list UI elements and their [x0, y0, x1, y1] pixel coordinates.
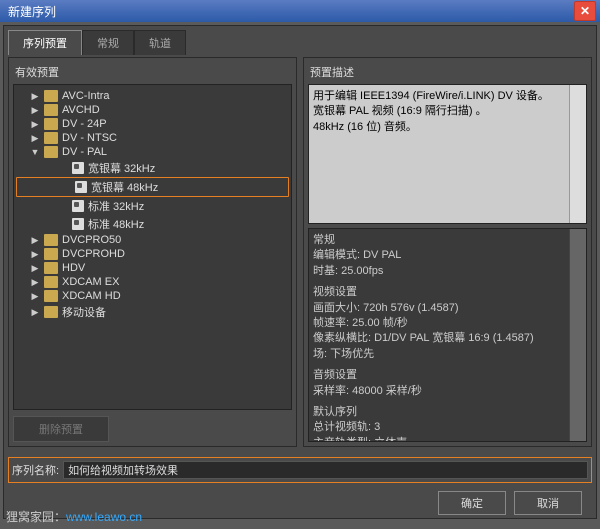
preset-icon	[72, 200, 84, 212]
expand-icon: ▶	[30, 263, 40, 274]
tree-item[interactable]: ▼ DV - PAL	[14, 145, 291, 159]
footer-link[interactable]: www.leawo.cn	[66, 510, 142, 524]
tab-general[interactable]: 常规	[82, 30, 134, 55]
info-heading: 默认序列	[313, 405, 582, 420]
info-box: 常规 编辑模式: DV PAL 时基: 25.00fps 视频设置 画面大小: …	[308, 228, 587, 442]
cancel-button[interactable]: 取消	[514, 491, 582, 515]
right-header: 预置描述	[308, 62, 587, 82]
tree-label: HDV	[62, 262, 85, 274]
tree-item[interactable]: 宽银幕 32kHz	[14, 159, 291, 177]
close-icon: ✕	[580, 4, 590, 18]
right-panel: 预置描述 用于编辑 IEEE1394 (FireWire/i.LINK) DV …	[303, 57, 592, 447]
tree-item[interactable]: ▶ 移动设备	[14, 303, 291, 321]
ok-button[interactable]: 确定	[438, 491, 506, 515]
tree-item[interactable]: ▶ XDCAM HD	[14, 289, 291, 303]
folder-icon	[44, 234, 58, 246]
tree-label: 宽银幕 48kHz	[91, 179, 158, 195]
preset-icon	[75, 181, 87, 193]
expand-icon: ▶	[30, 105, 40, 116]
info-line: 主音轨类型: 立体声	[313, 436, 582, 442]
tree-item[interactable]: ▶ AVC-Intra	[14, 89, 291, 103]
close-button[interactable]: ✕	[574, 1, 596, 21]
folder-icon	[44, 146, 58, 158]
tree-label: AVCHD	[62, 104, 100, 116]
tree-label: DVCPRO50	[62, 234, 121, 246]
tree-label: 宽银幕 32kHz	[88, 160, 155, 176]
footer-watermark: 狸窝家园：www.leawo.cn	[6, 508, 142, 525]
sequence-name-input[interactable]	[63, 461, 588, 479]
expand-icon: ▶	[30, 277, 40, 288]
title-bar: 新建序列 ✕	[0, 0, 600, 22]
folder-icon	[44, 118, 58, 130]
info-heading: 常规	[313, 233, 582, 248]
expand-icon: ▶	[30, 249, 40, 260]
info-line: 画面大小: 720h 576v (1.4587)	[313, 301, 582, 316]
tree-item[interactable]: 标准 48kHz	[14, 215, 291, 233]
tree-label: 移动设备	[62, 304, 106, 320]
tree-item[interactable]: ▶ DV - NTSC	[14, 131, 291, 145]
info-line: 帧速率: 25.00 帧/秒	[313, 316, 582, 331]
info-line: 场: 下场优先	[313, 347, 582, 362]
window-title: 新建序列	[4, 3, 574, 20]
desc-line: 宽银幕 PAL 视频 (16:9 隔行扫描) 。	[313, 104, 582, 119]
tab-tracks[interactable]: 轨道	[134, 30, 186, 55]
tree-item[interactable]: ▶ DVCPRO50	[14, 233, 291, 247]
tab-preset[interactable]: 序列预置	[8, 30, 82, 55]
tree-label: DVCPROHD	[62, 248, 125, 260]
info-line: 采样率: 48000 采样/秒	[313, 384, 582, 399]
sequence-name-row: 序列名称:	[8, 457, 592, 483]
left-panel: 有效预置 ▶ AVC-Intra ▶ AVCHD ▶ DV - 24P ▶ DV - NTSC…	[8, 57, 297, 447]
folder-icon	[44, 90, 58, 102]
expand-icon: ▶	[30, 91, 40, 102]
info-heading: 视频设置	[313, 285, 582, 300]
folder-icon	[44, 276, 58, 288]
tree-item[interactable]: ▶ AVCHD	[14, 103, 291, 117]
folder-icon	[44, 290, 58, 302]
tree-item[interactable]: 宽银幕 48kHz	[16, 177, 289, 197]
name-label: 序列名称:	[12, 462, 59, 478]
expand-icon: ▶	[30, 133, 40, 144]
left-header: 有效预置	[13, 62, 292, 82]
info-line: 总计视频轨: 3	[313, 420, 582, 435]
expand-icon: ▶	[30, 235, 40, 246]
tree-label: DV - 24P	[62, 118, 107, 130]
folder-icon	[44, 248, 58, 260]
folder-icon	[44, 104, 58, 116]
tree-label: 标准 32kHz	[88, 198, 144, 214]
info-line: 编辑模式: DV PAL	[313, 248, 582, 263]
tree-label: 标准 48kHz	[88, 216, 144, 232]
tree-item[interactable]: ▶ XDCAM EX	[14, 275, 291, 289]
tree-label: XDCAM EX	[62, 276, 119, 288]
expand-icon: ▶	[30, 291, 40, 302]
folder-icon	[44, 306, 58, 318]
expand-icon: ▶	[30, 119, 40, 130]
description-box: 用于编辑 IEEE1394 (FireWire/i.LINK) DV 设备。 宽…	[308, 84, 587, 224]
tree-item[interactable]: ▶ HDV	[14, 261, 291, 275]
tree-label: XDCAM HD	[62, 290, 121, 302]
scrollbar[interactable]	[569, 229, 586, 441]
desc-line: 用于编辑 IEEE1394 (FireWire/i.LINK) DV 设备。	[313, 89, 582, 104]
scrollbar[interactable]	[569, 85, 586, 223]
tree-item[interactable]: ▶ DVCPROHD	[14, 247, 291, 261]
tree-item[interactable]: ▶ DV - 24P	[14, 117, 291, 131]
tree-label: AVC-Intra	[62, 90, 109, 102]
tree-item[interactable]: 标准 32kHz	[14, 197, 291, 215]
expand-icon: ▶	[30, 307, 40, 318]
folder-icon	[44, 132, 58, 144]
desc-line: 48kHz (16 位) 音频。	[313, 120, 582, 135]
footer-label: 狸窝家园：	[6, 510, 66, 524]
folder-icon	[44, 262, 58, 274]
tree-label: DV - PAL	[62, 146, 107, 158]
tab-bar: 序列预置 常规 轨道	[8, 30, 592, 55]
preset-icon	[72, 162, 84, 174]
preset-tree[interactable]: ▶ AVC-Intra ▶ AVCHD ▶ DV - 24P ▶ DV - NTSC ▼ DV -…	[13, 84, 292, 410]
expand-icon: ▼	[30, 147, 40, 157]
delete-preset-button: 删除预置	[13, 416, 109, 442]
info-line: 时基: 25.00fps	[313, 264, 582, 279]
preset-icon	[72, 218, 84, 230]
tree-label: DV - NTSC	[62, 132, 117, 144]
info-heading: 音频设置	[313, 368, 582, 383]
info-line: 像素纵横比: D1/DV PAL 宽银幕 16:9 (1.4587)	[313, 331, 582, 346]
